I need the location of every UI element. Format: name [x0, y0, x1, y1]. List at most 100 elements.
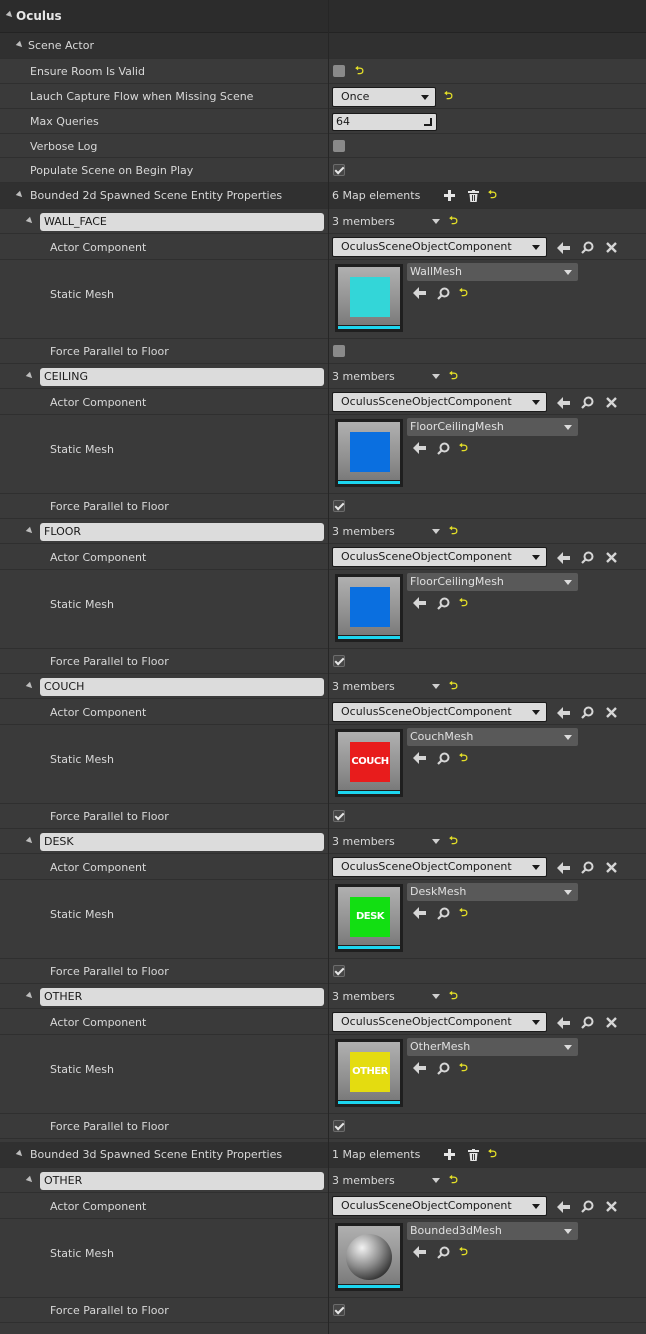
reset-to-default-icon[interactable]: ⮌ — [459, 1246, 468, 1257]
max-queries-input[interactable]: 64 — [332, 113, 437, 131]
actor-component-dropdown[interactable]: OculusSceneObjectComponent — [332, 547, 547, 567]
actor-component-dropdown[interactable]: OculusSceneObjectComponent — [332, 1012, 547, 1032]
column-divider[interactable] — [328, 0, 329, 1334]
reset-to-default-icon[interactable]: ⮌ — [355, 65, 364, 76]
clear-icon[interactable] — [606, 707, 617, 718]
expand-arrow-icon[interactable] — [5, 10, 15, 20]
search-icon[interactable] — [581, 396, 594, 409]
reset-to-default-icon[interactable]: ⮌ — [459, 1062, 468, 1073]
category-oculus[interactable]: Oculus — [0, 0, 646, 33]
chevron-down-icon[interactable] — [432, 219, 440, 224]
trash-icon[interactable] — [468, 1149, 479, 1161]
actor-component-dropdown[interactable]: OculusSceneObjectComponent — [332, 237, 547, 257]
expand-arrow-icon[interactable] — [25, 681, 35, 691]
search-icon[interactable] — [437, 1246, 450, 1259]
reset-to-default-icon[interactable]: ⮌ — [444, 90, 453, 101]
use-selected-icon[interactable] — [413, 907, 426, 919]
reset-to-default-icon[interactable]: ⮌ — [449, 525, 458, 536]
static-mesh-dropdown[interactable]: OtherMesh — [407, 1038, 578, 1056]
use-selected-icon[interactable] — [413, 287, 426, 299]
add-element-icon[interactable] — [444, 190, 455, 201]
expand-arrow-icon[interactable] — [15, 40, 25, 50]
search-icon[interactable] — [581, 861, 594, 874]
expand-arrow-icon[interactable] — [25, 991, 35, 1001]
map-header[interactable]: Bounded 3d Spawned Scene Entity Properti… — [0, 1142, 646, 1168]
use-selected-icon[interactable] — [413, 1246, 426, 1258]
force-parallel-checkbox[interactable] — [333, 500, 345, 512]
clear-icon[interactable] — [606, 862, 617, 873]
force-parallel-checkbox[interactable] — [333, 655, 345, 667]
map-header[interactable]: Bounded 2d Spawned Scene Entity Properti… — [0, 183, 646, 209]
map-key-field[interactable]: CEILING — [40, 368, 324, 386]
expand-arrow-icon[interactable] — [25, 1175, 35, 1185]
map-key-field[interactable]: COUCH — [40, 678, 324, 696]
static-mesh-dropdown[interactable]: CouchMesh — [407, 728, 578, 746]
resize-grip-icon[interactable] — [424, 118, 432, 126]
use-selected-icon[interactable] — [413, 442, 426, 454]
reset-to-default-icon[interactable]: ⮌ — [449, 680, 458, 691]
clear-icon[interactable] — [606, 242, 617, 253]
search-icon[interactable] — [437, 1062, 450, 1075]
trash-icon[interactable] — [468, 190, 479, 202]
map-key-field[interactable]: DESK — [40, 833, 324, 851]
clear-icon[interactable] — [606, 397, 617, 408]
chevron-down-icon[interactable] — [432, 374, 440, 379]
static-mesh-dropdown[interactable]: DeskMesh — [407, 883, 578, 901]
search-icon[interactable] — [581, 1200, 594, 1213]
chevron-down-icon[interactable] — [432, 1178, 440, 1183]
reset-to-default-icon[interactable]: ⮌ — [449, 215, 458, 226]
reset-to-default-icon[interactable]: ⮌ — [449, 1174, 458, 1185]
actor-component-dropdown[interactable]: OculusSceneObjectComponent — [332, 1196, 547, 1216]
chevron-down-icon[interactable] — [432, 994, 440, 999]
search-icon[interactable] — [581, 1016, 594, 1029]
clear-icon[interactable] — [606, 1017, 617, 1028]
mesh-thumbnail[interactable]: DESK — [335, 884, 403, 952]
map-key-field[interactable]: OTHER — [40, 988, 324, 1006]
expand-arrow-icon[interactable] — [15, 190, 25, 200]
reset-to-default-icon[interactable]: ⮌ — [459, 287, 468, 298]
mesh-thumbnail[interactable] — [335, 1223, 403, 1291]
clear-icon[interactable] — [606, 552, 617, 563]
chevron-down-icon[interactable] — [432, 529, 440, 534]
search-icon[interactable] — [437, 287, 450, 300]
force-parallel-checkbox[interactable] — [333, 345, 345, 357]
reset-to-default-icon[interactable]: ⮌ — [459, 597, 468, 608]
reset-to-default-icon[interactable]: ⮌ — [459, 442, 468, 453]
actor-component-dropdown[interactable]: OculusSceneObjectComponent — [332, 392, 547, 412]
expand-arrow-icon[interactable] — [25, 371, 35, 381]
ensure-room-checkbox[interactable] — [333, 65, 345, 77]
use-selected-icon[interactable] — [557, 242, 570, 254]
section-scene-actor[interactable]: Scene Actor — [0, 33, 646, 59]
chevron-down-icon[interactable] — [432, 684, 440, 689]
static-mesh-dropdown[interactable]: Bounded3dMesh — [407, 1222, 578, 1240]
expand-arrow-icon[interactable] — [25, 526, 35, 536]
use-selected-icon[interactable] — [557, 707, 570, 719]
search-icon[interactable] — [581, 551, 594, 564]
static-mesh-dropdown[interactable]: FloorCeilingMesh — [407, 573, 578, 591]
static-mesh-dropdown[interactable]: FloorCeilingMesh — [407, 418, 578, 436]
use-selected-icon[interactable] — [557, 552, 570, 564]
expand-arrow-icon[interactable] — [25, 216, 35, 226]
map-key-field[interactable]: WALL_FACE — [40, 213, 324, 231]
use-selected-icon[interactable] — [557, 1017, 570, 1029]
search-icon[interactable] — [581, 241, 594, 254]
mesh-thumbnail[interactable]: COUCH — [335, 729, 403, 797]
actor-component-dropdown[interactable]: OculusSceneObjectComponent — [332, 702, 547, 722]
mesh-thumbnail[interactable] — [335, 574, 403, 642]
map-key-field[interactable]: FLOOR — [40, 523, 324, 541]
mesh-thumbnail[interactable] — [335, 419, 403, 487]
search-icon[interactable] — [437, 442, 450, 455]
mesh-thumbnail[interactable]: OTHER — [335, 1039, 403, 1107]
actor-component-dropdown[interactable]: OculusSceneObjectComponent — [332, 857, 547, 877]
use-selected-icon[interactable] — [413, 752, 426, 764]
use-selected-icon[interactable] — [413, 597, 426, 609]
force-parallel-checkbox[interactable] — [333, 965, 345, 977]
use-selected-icon[interactable] — [557, 397, 570, 409]
reset-to-default-icon[interactable]: ⮌ — [449, 990, 458, 1001]
reset-to-default-icon[interactable]: ⮌ — [449, 370, 458, 381]
reset-to-default-icon[interactable]: ⮌ — [459, 752, 468, 763]
use-selected-icon[interactable] — [557, 862, 570, 874]
use-selected-icon[interactable] — [413, 1062, 426, 1074]
verbose-log-checkbox[interactable] — [333, 140, 345, 152]
search-icon[interactable] — [437, 752, 450, 765]
